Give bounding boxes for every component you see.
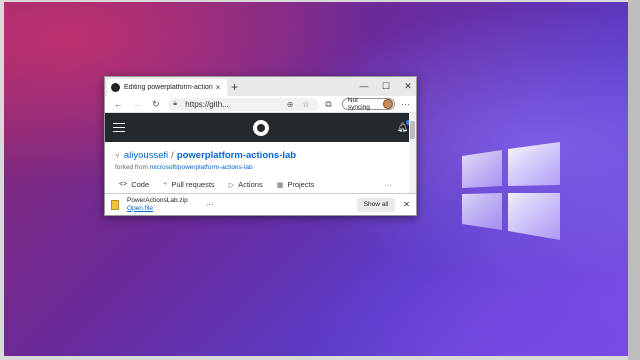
- tab-label: Actions: [238, 180, 263, 189]
- back-button[interactable]: ←: [109, 99, 128, 109]
- tab-label: Projects: [287, 180, 315, 189]
- browser-window: Editing powerplatform-actions-la × + — ☐…: [104, 76, 417, 216]
- github-favicon-icon: [111, 83, 120, 92]
- tab-projects[interactable]: ▦ Projects: [277, 180, 315, 189]
- download-filename: PowerActionsLab.zip: [127, 196, 188, 204]
- code-icon: <>: [119, 181, 128, 188]
- repo-nav: <> Code ⑂ Pull requests ▷ Actions ▦ Proj…: [105, 171, 416, 189]
- tab-pull-requests[interactable]: ⑂ Pull requests: [163, 180, 215, 189]
- zoom-icon[interactable]: ⊕: [282, 100, 298, 109]
- tab-actions[interactable]: ▷ Actions: [229, 180, 263, 189]
- sync-status-label: Not syncing: [347, 97, 370, 111]
- maximize-button[interactable]: ☐: [375, 79, 397, 93]
- browser-toolbar: ← → ↻ 🔒︎ https://gith... ⊕ ☆ ⧉ Not synci…: [105, 96, 416, 113]
- lock-icon: 🔒︎: [173, 100, 178, 107]
- forward-button[interactable]: →: [128, 99, 147, 109]
- browser-tab[interactable]: Editing powerplatform-actions-la ×: [107, 79, 227, 96]
- actions-play-icon: ▷: [228, 181, 235, 189]
- pull-request-icon: ⑂: [163, 181, 168, 188]
- close-window-button[interactable]: ✕: [397, 79, 419, 93]
- download-item[interactable]: PowerActionsLab.zip Open file: [127, 197, 188, 213]
- hamburger-menu-icon[interactable]: [113, 120, 125, 135]
- avatar: [383, 99, 393, 109]
- repo-nav-more-button[interactable]: ···: [385, 180, 393, 189]
- tab-label: Code: [131, 180, 150, 189]
- minimize-button[interactable]: —: [353, 79, 375, 93]
- page-scrollbar[interactable]: [409, 113, 416, 196]
- zip-file-icon: [111, 199, 119, 210]
- tab-label: Pull requests: [171, 180, 215, 189]
- notification-bell-icon[interactable]: 🔔︎: [397, 120, 411, 133]
- fork-icon: ⑂: [115, 151, 120, 160]
- refresh-button[interactable]: ↻: [147, 99, 166, 110]
- sync-profile-button[interactable]: Not syncing: [341, 97, 395, 111]
- repo-title: ⑂ aliyoussefi / powerplatform-actions-la…: [115, 150, 406, 161]
- favorite-star-icon[interactable]: ☆: [298, 100, 314, 109]
- download-bar-close-icon[interactable]: ✕: [403, 200, 410, 209]
- forked-from: forked from microsoft/powerplatform-acti…: [115, 164, 406, 171]
- repo-owner-link[interactable]: aliyoussefi: [124, 150, 168, 161]
- tab-close-icon[interactable]: ×: [213, 83, 223, 92]
- frame-border: [628, 0, 640, 360]
- forked-from-label: forked from: [115, 164, 148, 171]
- show-all-button[interactable]: Show all: [356, 197, 396, 212]
- tab-strip: Editing powerplatform-actions-la × + — ☐…: [105, 77, 416, 96]
- tab-code[interactable]: <> Code: [119, 180, 149, 189]
- scrollbar-thumb[interactable]: [410, 121, 415, 139]
- repo-name-link[interactable]: powerplatform-actions-lab: [177, 150, 296, 161]
- address-bar[interactable]: 🔒︎ https://gith... ⊕ ☆: [168, 97, 320, 111]
- github-header: 🔔︎: [105, 113, 416, 142]
- forked-from-link[interactable]: microsoft/powerplatform-actions-lab: [150, 164, 253, 171]
- address-bar-url[interactable]: https://gith...: [185, 100, 282, 109]
- settings-more-button[interactable]: ···: [399, 99, 412, 109]
- open-file-link[interactable]: Open file: [127, 205, 188, 213]
- new-tab-button[interactable]: +: [231, 80, 238, 94]
- download-more-button[interactable]: ···: [206, 200, 214, 209]
- repo-separator: /: [171, 150, 174, 161]
- windows-logo-icon: [462, 142, 560, 240]
- download-bar: PowerActionsLab.zip Open file ··· Show a…: [105, 193, 416, 215]
- repo-header: ⑂ aliyoussefi / powerplatform-actions-la…: [105, 142, 416, 171]
- tab-title: Editing powerplatform-actions-la: [124, 84, 213, 91]
- projects-icon: ▦: [276, 181, 284, 189]
- collections-icon[interactable]: ⧉: [319, 99, 338, 110]
- github-logo-icon[interactable]: [252, 119, 269, 136]
